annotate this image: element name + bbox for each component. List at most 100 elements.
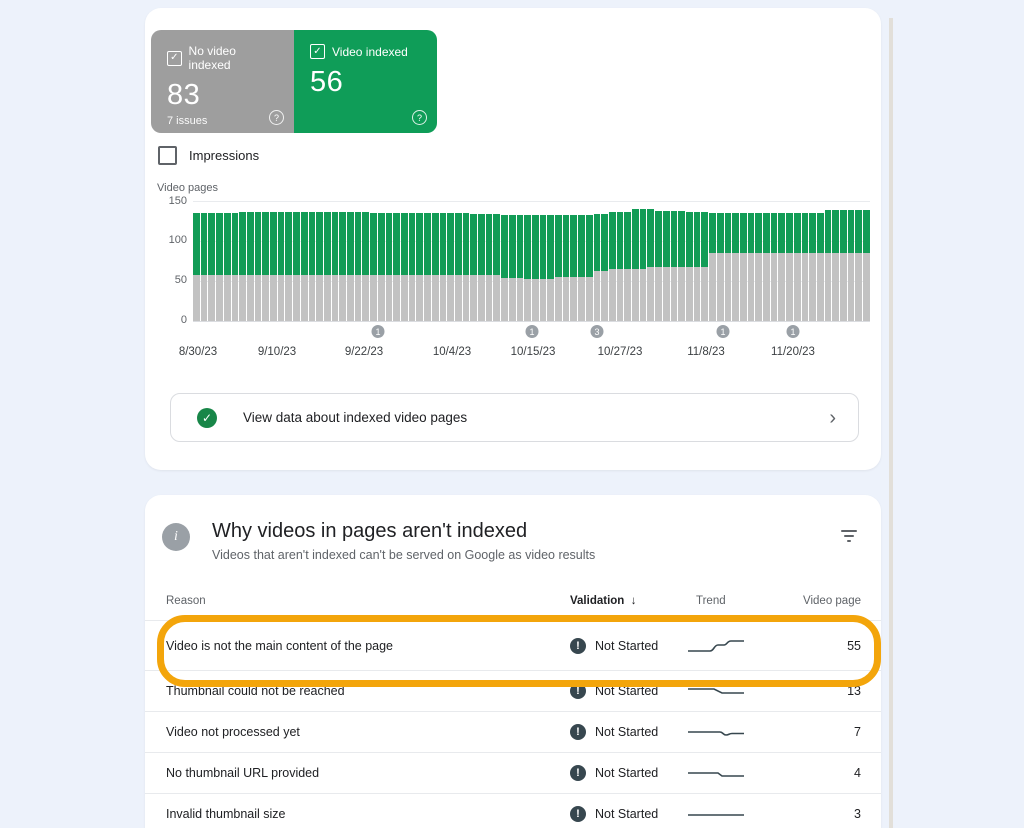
bar[interactable] bbox=[370, 213, 377, 321]
bar[interactable] bbox=[709, 213, 716, 321]
bar[interactable] bbox=[409, 213, 416, 321]
bar[interactable] bbox=[594, 214, 601, 321]
chevron-right-icon[interactable]: › bbox=[829, 408, 836, 428]
bar[interactable] bbox=[540, 215, 547, 321]
bar[interactable] bbox=[285, 212, 292, 321]
bar[interactable] bbox=[632, 209, 639, 321]
bar[interactable] bbox=[355, 212, 362, 321]
bar[interactable] bbox=[517, 215, 524, 321]
bar[interactable] bbox=[671, 211, 678, 321]
bar[interactable] bbox=[601, 214, 608, 321]
bar[interactable] bbox=[478, 214, 485, 321]
bar[interactable] bbox=[193, 213, 200, 321]
bar[interactable] bbox=[509, 215, 516, 321]
table-row[interactable]: Video not processed yet ! Not Started 7 bbox=[145, 711, 881, 752]
bar[interactable] bbox=[493, 214, 500, 321]
bar[interactable] bbox=[755, 213, 762, 321]
table-row[interactable]: Invalid thumbnail size ! Not Started 3 bbox=[145, 793, 881, 828]
bar[interactable] bbox=[486, 214, 493, 321]
bar[interactable] bbox=[232, 213, 239, 321]
checkbox-checked-icon[interactable]: ✓ bbox=[310, 44, 325, 59]
bar[interactable] bbox=[547, 215, 554, 321]
bar[interactable] bbox=[663, 211, 670, 321]
bar[interactable] bbox=[763, 213, 770, 321]
bar[interactable] bbox=[324, 212, 331, 321]
bar[interactable] bbox=[201, 213, 208, 321]
issue-count-marker[interactable]: 1 bbox=[372, 325, 385, 338]
bar[interactable] bbox=[748, 213, 755, 321]
impressions-toggle[interactable]: Impressions bbox=[158, 146, 259, 165]
bar[interactable] bbox=[717, 213, 724, 321]
bar[interactable] bbox=[586, 215, 593, 321]
metric-card-not-indexed[interactable]: ✓ No video indexed 83 7 issues ? bbox=[151, 30, 294, 133]
bar[interactable] bbox=[386, 213, 393, 321]
bar[interactable] bbox=[455, 213, 462, 321]
bar[interactable] bbox=[270, 212, 277, 321]
issue-count-marker[interactable]: 1 bbox=[526, 325, 539, 338]
bar[interactable] bbox=[432, 213, 439, 321]
bar[interactable] bbox=[725, 213, 732, 321]
bar[interactable] bbox=[470, 214, 477, 321]
bar[interactable] bbox=[617, 212, 624, 321]
bar[interactable] bbox=[332, 212, 339, 321]
bar[interactable] bbox=[447, 213, 454, 321]
bar[interactable] bbox=[848, 210, 855, 321]
bar[interactable] bbox=[501, 215, 508, 321]
table-row[interactable]: Thumbnail could not be reached ! Not Sta… bbox=[145, 670, 881, 711]
bar[interactable] bbox=[640, 209, 647, 321]
checkbox-checked-icon[interactable]: ✓ bbox=[167, 51, 182, 66]
bar[interactable] bbox=[224, 213, 231, 321]
bar[interactable] bbox=[694, 212, 701, 321]
checkbox-unchecked-icon[interactable] bbox=[158, 146, 177, 165]
bar[interactable] bbox=[840, 210, 847, 321]
help-icon[interactable]: ? bbox=[269, 110, 284, 125]
bar[interactable] bbox=[863, 210, 870, 321]
bar[interactable] bbox=[416, 213, 423, 321]
issue-count-marker[interactable]: 1 bbox=[787, 325, 800, 338]
bar[interactable] bbox=[316, 212, 323, 321]
bar[interactable] bbox=[809, 213, 816, 321]
bar[interactable] bbox=[362, 212, 369, 321]
stacked-bar-chart[interactable] bbox=[193, 201, 870, 321]
bar[interactable] bbox=[655, 211, 662, 321]
bar[interactable] bbox=[624, 212, 631, 321]
bar[interactable] bbox=[740, 213, 747, 321]
bar[interactable] bbox=[424, 213, 431, 321]
filter-icon[interactable] bbox=[839, 530, 859, 546]
issue-count-marker[interactable]: 1 bbox=[717, 325, 730, 338]
bar[interactable] bbox=[532, 215, 539, 321]
bar[interactable] bbox=[262, 212, 269, 321]
bar[interactable] bbox=[802, 213, 809, 321]
bar[interactable] bbox=[255, 212, 262, 321]
table-row[interactable]: Video is not the main content of the pag… bbox=[145, 620, 881, 670]
bar[interactable] bbox=[239, 212, 246, 321]
bar[interactable] bbox=[208, 213, 215, 321]
bar[interactable] bbox=[555, 215, 562, 321]
bar[interactable] bbox=[463, 213, 470, 321]
bar[interactable] bbox=[701, 212, 708, 321]
bar[interactable] bbox=[570, 215, 577, 321]
bar[interactable] bbox=[825, 210, 832, 321]
column-validation-sort[interactable]: Validation ↓ bbox=[570, 595, 636, 607]
help-icon[interactable]: ? bbox=[412, 110, 427, 125]
bar[interactable] bbox=[378, 213, 385, 321]
bar[interactable] bbox=[347, 212, 354, 321]
bar[interactable] bbox=[301, 212, 308, 321]
bar[interactable] bbox=[817, 213, 824, 321]
bar[interactable] bbox=[855, 210, 862, 321]
bar[interactable] bbox=[609, 212, 616, 321]
bar[interactable] bbox=[786, 213, 793, 321]
bar[interactable] bbox=[339, 212, 346, 321]
bar[interactable] bbox=[647, 209, 654, 321]
bar[interactable] bbox=[278, 212, 285, 321]
bar[interactable] bbox=[732, 213, 739, 321]
bar[interactable] bbox=[771, 213, 778, 321]
bar[interactable] bbox=[563, 215, 570, 321]
bar[interactable] bbox=[678, 211, 685, 321]
bar[interactable] bbox=[309, 212, 316, 321]
bar[interactable] bbox=[794, 213, 801, 321]
scrollbar[interactable] bbox=[889, 18, 893, 828]
bar[interactable] bbox=[832, 210, 839, 321]
bar[interactable] bbox=[524, 215, 531, 321]
table-row[interactable]: No thumbnail URL provided ! Not Started … bbox=[145, 752, 881, 793]
